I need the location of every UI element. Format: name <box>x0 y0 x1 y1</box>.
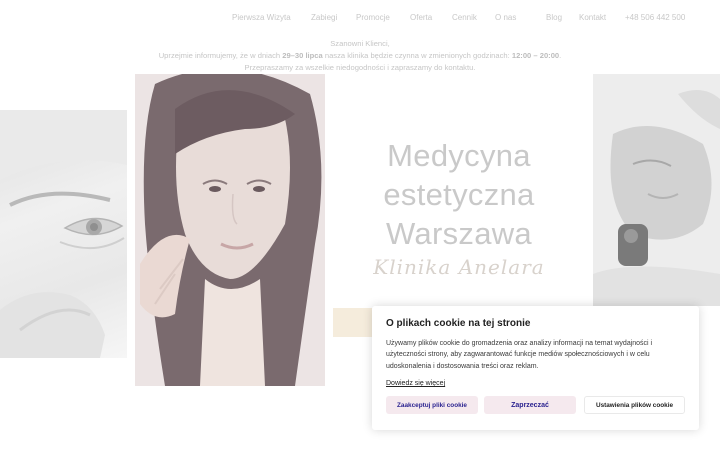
reject-cookies-button[interactable]: Zaprzeczać <box>484 396 576 414</box>
nav-item-pierwsza-wizyta[interactable]: Pierwsza Wizyta <box>232 13 291 22</box>
cookie-learn-more-link[interactable]: Dowiedz się więcej <box>386 380 445 387</box>
notice-hours: 12:00 – 20:00 <box>511 51 560 60</box>
cookie-consent-dialog: O plikach cookie na tej stronie Używamy … <box>372 306 699 430</box>
main-navigation: Pierwsza Wizyta Zabiegi Promocje Oferta … <box>0 13 720 27</box>
notice-greeting: Szanowni Klienci, <box>330 39 390 48</box>
nav-item-o-nas[interactable]: O nas <box>495 13 516 22</box>
cookie-dialog-title: O plikach cookie na tej stronie <box>386 318 531 329</box>
notice-text-suffix: . <box>559 51 562 60</box>
notice-apology: Przepraszamy za wszelkie niedogodności i… <box>244 63 476 72</box>
hero-title-line-3: Warszawa <box>386 216 532 251</box>
hero-photo-woman-portrait <box>135 74 325 386</box>
cookie-settings-button[interactable]: Ustawienia plików cookie <box>584 396 685 414</box>
nav-item-blog[interactable]: Blog <box>546 13 562 22</box>
hero-title-line-2: estetyczna <box>383 177 535 212</box>
opening-hours-notice: Szanowni Klienci, Uprzejmie informujemy,… <box>100 38 620 74</box>
nav-item-promocje[interactable]: Promocje <box>356 13 390 22</box>
nav-item-zabiegi[interactable]: Zabiegi <box>311 13 337 22</box>
nav-item-oferta[interactable]: Oferta <box>410 13 432 22</box>
accept-cookies-button[interactable]: Zaakceptuj pliki cookie <box>386 396 478 414</box>
hero-title-line-1: Medycyna <box>387 138 531 173</box>
nav-item-kontakt[interactable]: Kontakt <box>579 13 606 22</box>
notice-dates: 29–30 lipca <box>282 51 323 60</box>
notice-text-middle: nasza klinika będzie czynna w zmienionyc… <box>322 51 512 60</box>
nav-item-cennik[interactable]: Cennik <box>452 13 477 22</box>
nav-phone-link[interactable]: +48 506 442 500 <box>625 13 685 22</box>
hero-photo-treatment <box>593 74 720 306</box>
cookie-button-row: Zaakceptuj pliki cookie Zaprzeczać Ustaw… <box>386 396 685 414</box>
hero-cta-button[interactable] <box>333 308 373 337</box>
hero-heading: Medycyna estetyczna Warszawa Klinika Ane… <box>330 136 588 279</box>
notice-text-prefix: Uprzejmie informujemy, że w dniach <box>158 51 283 60</box>
hero-photo-eye-closeup <box>0 110 127 358</box>
hero-subtitle-script: Klinika Anelara <box>373 255 545 279</box>
notice-line-dates: Uprzejmie informujemy, że w dniach 29–30… <box>100 50 620 62</box>
cookie-dialog-text: Używamy plików cookie do gromadzenia ora… <box>386 340 653 370</box>
